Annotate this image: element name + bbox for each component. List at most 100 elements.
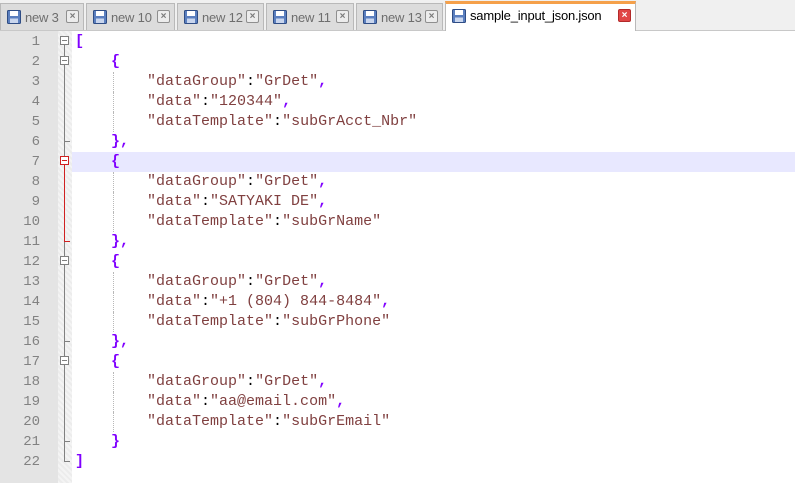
line-number: 16 (23, 334, 40, 350)
punctuation-token: { (111, 153, 121, 170)
fold-toggle-icon[interactable] (60, 156, 69, 165)
line-text: { (75, 152, 120, 172)
close-icon[interactable]: × (246, 10, 259, 23)
code-line[interactable]: 22] (0, 452, 795, 472)
tab-new-3[interactable]: new 3 × (0, 3, 84, 30)
fold-line (64, 372, 65, 392)
fold-line (64, 292, 65, 312)
line-text: "data":"aa@email.com", (75, 392, 345, 412)
punctuation-token: , (318, 193, 328, 210)
code-line[interactable]: 9 "data":"SATYAKI DE", (0, 192, 795, 212)
code-line[interactable]: 13 "dataGroup":"GrDet", (0, 272, 795, 292)
tab-new-12[interactable]: new 12 × (177, 3, 264, 30)
string-token: "GrDet" (255, 173, 319, 190)
operator-token: : (201, 193, 211, 210)
code-line[interactable]: 10 "dataTemplate":"subGrName" (0, 212, 795, 232)
save-disk-icon (184, 10, 198, 24)
code-line[interactable]: 14 "data":"+1 (804) 844-8484", (0, 292, 795, 312)
string-token: "subGrAcct_Nbr" (282, 113, 418, 130)
close-icon[interactable]: × (336, 10, 349, 23)
tab-label: new 3 (25, 10, 59, 25)
string-token: "subGrEmail" (282, 413, 391, 430)
code-line[interactable]: 17 { (0, 352, 795, 372)
code-line[interactable]: 11 }, (0, 232, 795, 252)
code-line[interactable]: 21 } (0, 432, 795, 452)
line-number: 22 (23, 454, 40, 470)
fold-end-marker (64, 232, 70, 242)
code-line[interactable]: 3 "dataGroup":"GrDet", (0, 72, 795, 92)
code-line[interactable]: 1[ (0, 32, 795, 52)
code-line[interactable]: 19 "data":"aa@email.com", (0, 392, 795, 412)
line-text: { (75, 352, 120, 372)
tab-new-13[interactable]: new 13 × (356, 3, 443, 30)
fold-line (64, 165, 65, 172)
string-token: "data" (147, 93, 202, 110)
fold-toggle-icon[interactable] (60, 36, 69, 45)
code-line[interactable]: 6 }, (0, 132, 795, 152)
string-token: "data" (147, 293, 202, 310)
line-text: "dataGroup":"GrDet", (75, 272, 327, 292)
fold-line (64, 242, 65, 252)
string-token: "dataGroup" (147, 273, 247, 290)
line-text: "dataTemplate":"subGrPhone" (75, 312, 390, 332)
tab-label: sample_input_json.json (470, 8, 602, 23)
code-line[interactable]: 16 }, (0, 332, 795, 352)
line-number: 6 (31, 134, 40, 150)
close-icon[interactable]: × (425, 10, 438, 23)
fold-line (64, 392, 65, 412)
operator-token: : (246, 73, 256, 90)
fold-toggle-icon[interactable] (60, 256, 69, 265)
line-number: 5 (31, 114, 40, 130)
fold-line (64, 65, 65, 72)
line-text: "data":"+1 (804) 844-8484", (75, 292, 390, 312)
tab-new-10[interactable]: new 10 × (86, 3, 175, 30)
operator-token: : (246, 173, 256, 190)
line-text: ] (75, 452, 84, 472)
code-line[interactable]: 4 "data":"120344", (0, 92, 795, 112)
code-editor[interactable]: 1[2 {3 "dataGroup":"GrDet", 4 "data":"120… (0, 31, 795, 483)
tab-sample-input-json[interactable]: sample_input_json.json × (445, 1, 636, 31)
line-text: } (75, 432, 120, 452)
fold-line (64, 45, 65, 52)
code-line[interactable]: 12 { (0, 252, 795, 272)
line-number: 15 (23, 314, 40, 330)
close-icon[interactable]: × (66, 10, 79, 23)
code-line[interactable]: 7 { (0, 152, 795, 172)
close-icon[interactable]: × (618, 9, 631, 22)
string-token: "dataTemplate" (147, 313, 274, 330)
string-token: "120344" (210, 93, 283, 110)
fold-end-marker (64, 332, 70, 342)
code-line[interactable]: 15 "dataTemplate":"subGrPhone" (0, 312, 795, 332)
code-line[interactable]: 20 "dataTemplate":"subGrEmail" (0, 412, 795, 432)
save-disk-icon (452, 9, 466, 23)
fold-line (64, 365, 65, 372)
line-text: "dataGroup":"GrDet", (75, 72, 327, 92)
save-disk-icon (363, 10, 377, 24)
code-line[interactable]: 2 { (0, 52, 795, 72)
close-icon[interactable]: × (157, 10, 170, 23)
string-token: "subGrPhone" (282, 313, 391, 330)
operator-token: : (246, 273, 256, 290)
tab-new-11[interactable]: new 11 × (266, 3, 354, 30)
string-token: "SATYAKI DE" (210, 193, 319, 210)
line-number: 21 (23, 434, 40, 450)
punctuation-token: }, (111, 133, 130, 150)
operator-token: : (273, 113, 283, 130)
fold-end-marker (64, 132, 70, 142)
punctuation-token: , (318, 273, 328, 290)
code-line[interactable]: 5 "dataTemplate":"subGrAcct_Nbr" (0, 112, 795, 132)
fold-toggle-icon[interactable] (60, 356, 69, 365)
fold-toggle-icon[interactable] (60, 56, 69, 65)
code-line[interactable]: 18 "dataGroup":"GrDet", (0, 372, 795, 392)
string-token: "data" (147, 393, 202, 410)
code-line[interactable]: 8 "dataGroup":"GrDet", (0, 172, 795, 192)
line-text: "dataTemplate":"subGrEmail" (75, 412, 390, 432)
line-text: { (75, 252, 120, 272)
fold-line (64, 112, 65, 132)
tab-label: new 10 (111, 10, 152, 25)
